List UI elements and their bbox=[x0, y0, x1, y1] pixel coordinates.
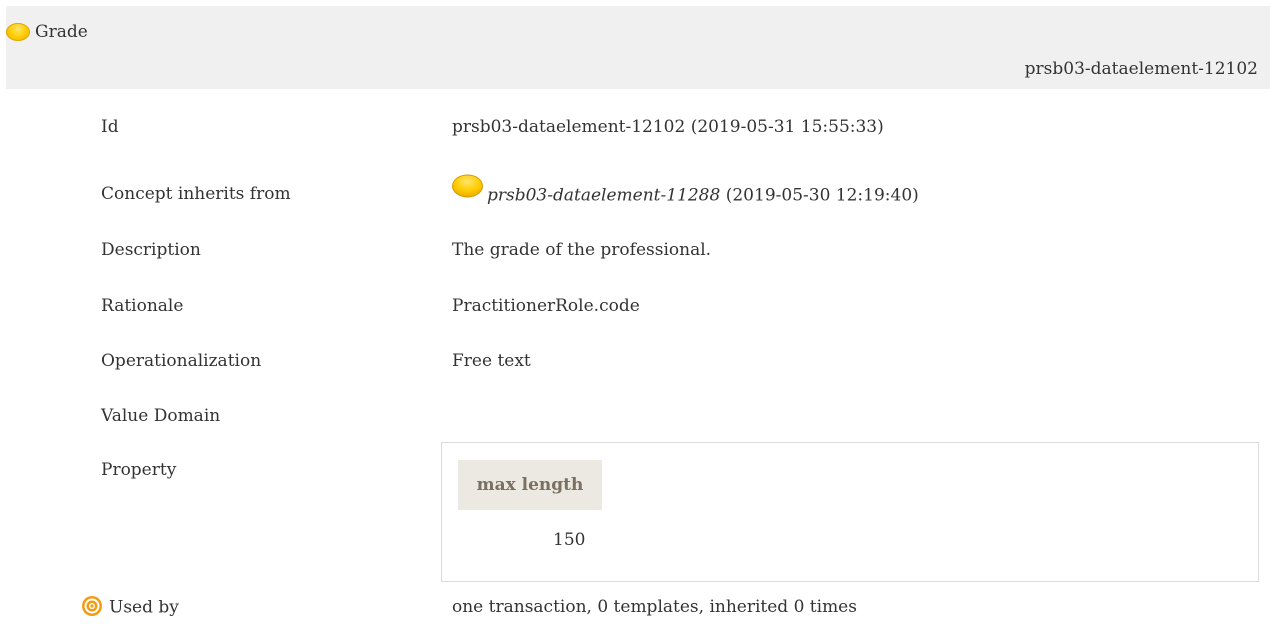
inherits-value: prsb03-dataelement-11288 (2019-05-30 12:… bbox=[452, 174, 919, 208]
used-by-label: Used by bbox=[109, 597, 179, 618]
used-by-label-wrap: Used by bbox=[82, 596, 179, 619]
description-label: Description bbox=[101, 240, 201, 260]
concept-header: Grade prsb03-dataelement-12102 bbox=[6, 6, 1270, 89]
concept-title-label: Grade bbox=[35, 22, 88, 42]
used-by-value[interactable]: one transaction, 0 templates, inherited … bbox=[452, 597, 857, 617]
description-value: The grade of the professional. bbox=[452, 240, 712, 260]
value-domain-label: Value Domain bbox=[101, 406, 221, 426]
property-label: Property bbox=[101, 460, 177, 480]
inherits-label: Concept inherits from bbox=[101, 184, 291, 204]
concept-title[interactable]: Grade bbox=[6, 22, 88, 42]
target-icon bbox=[82, 596, 102, 616]
rationale-label: Rationale bbox=[101, 296, 184, 316]
inherits-link[interactable]: prsb03-dataelement-11288 bbox=[487, 186, 720, 206]
inherit-concept-icon bbox=[452, 174, 483, 198]
property-table: max length 150 bbox=[441, 442, 1259, 582]
concept-id-label: prsb03-dataelement-12102 bbox=[1024, 59, 1258, 79]
operationalization-label: Operationalization bbox=[101, 351, 262, 371]
id-value: prsb03-dataelement-12102 (2019-05-31 15:… bbox=[452, 117, 884, 137]
concept-item-icon bbox=[6, 23, 30, 41]
property-column-header: max length bbox=[458, 460, 602, 510]
operationalization-value: Free text bbox=[452, 351, 531, 371]
property-cell-value: 150 bbox=[553, 530, 586, 550]
id-label: Id bbox=[101, 117, 119, 137]
inherits-date: (2019-05-30 12:19:40) bbox=[725, 185, 919, 206]
rationale-value: PractitionerRole.code bbox=[452, 296, 640, 316]
